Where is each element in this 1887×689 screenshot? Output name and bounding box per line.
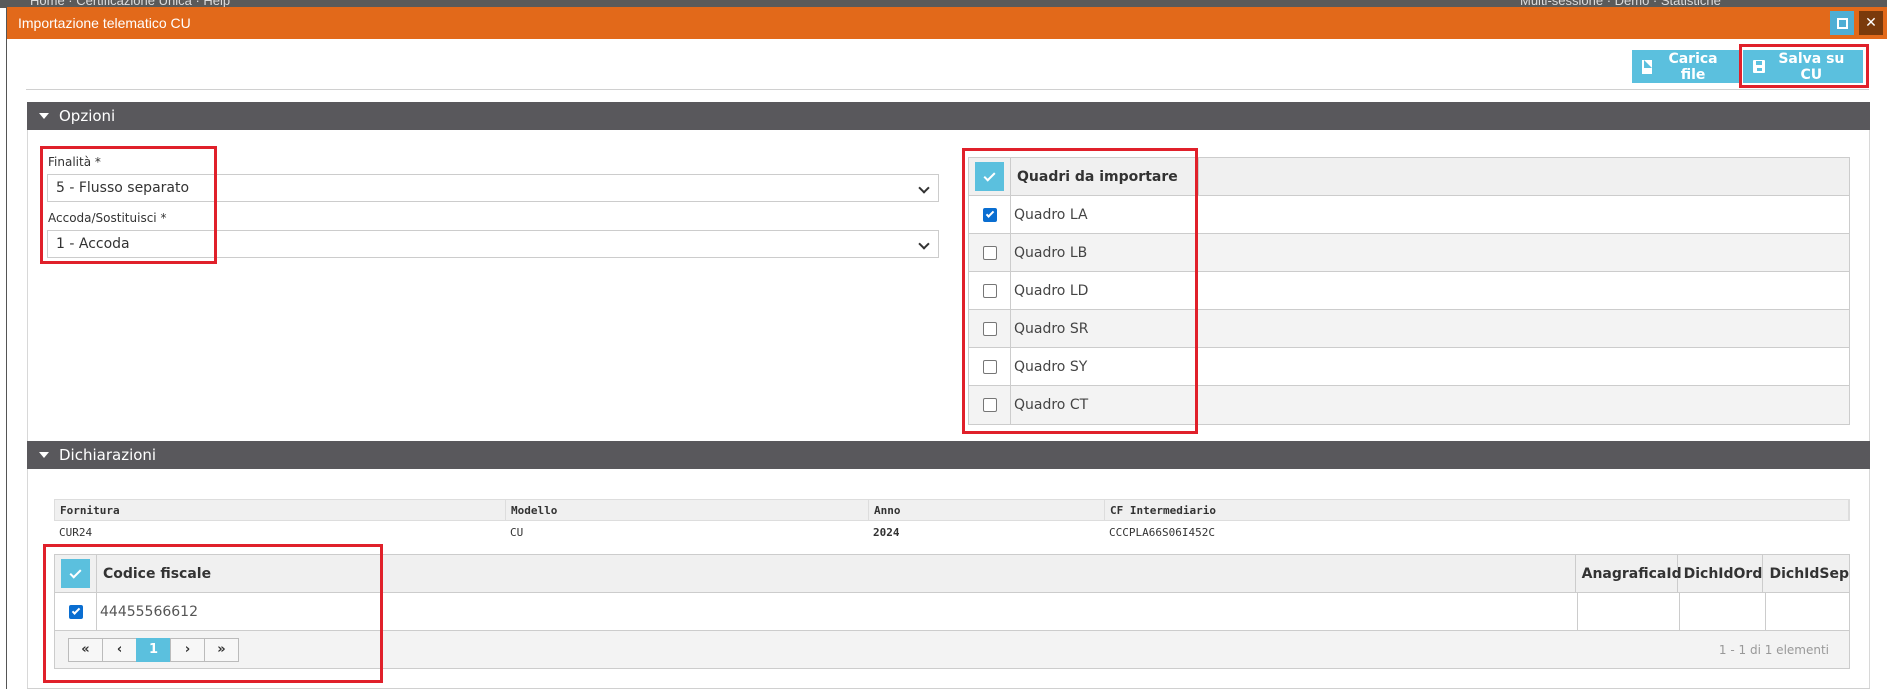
section-opzioni-title: Opzioni bbox=[59, 107, 116, 125]
anagrafica-cell bbox=[1578, 593, 1680, 630]
finalita-value: 5 - Flusso separato bbox=[56, 180, 190, 196]
quadro-label: Quadro LB bbox=[1014, 244, 1088, 261]
select-all-checkbox[interactable] bbox=[975, 162, 1004, 191]
quadri-header-row: Quadri da importare bbox=[969, 158, 1849, 196]
quadro-sy-checkbox[interactable] bbox=[982, 359, 997, 374]
finalita-select[interactable]: 5 - Flusso separato bbox=[47, 174, 939, 202]
prev-page-button[interactable]: ‹ bbox=[102, 637, 137, 662]
column-header-dich-ord[interactable]: DichIdOrd bbox=[1678, 555, 1764, 592]
dialog-titlebar: Importazione telematico CU ✕ bbox=[7, 7, 1887, 39]
page-1-button[interactable]: 1 bbox=[136, 637, 171, 662]
cf-intermediario-value: CCCPLA66S06I452C bbox=[1109, 525, 1215, 539]
chevron-down-icon bbox=[918, 238, 930, 250]
column-header-dich-sep[interactable]: DichIdSep bbox=[1763, 555, 1849, 592]
column-header: Modello bbox=[506, 500, 869, 520]
fornitura-value: CUR24 bbox=[59, 525, 93, 539]
table-row[interactable]: 44455566612 bbox=[55, 593, 1849, 631]
save-icon bbox=[1753, 60, 1765, 73]
close-icon[interactable]: ✕ bbox=[1859, 11, 1883, 35]
list-item[interactable]: Quadro SY bbox=[969, 348, 1849, 386]
modello-value: CU bbox=[510, 525, 524, 539]
quadro-ct-checkbox[interactable] bbox=[982, 398, 997, 412]
fornitura-table: Fornitura Modello Anno CF Intermediario … bbox=[54, 499, 1850, 543]
list-item[interactable]: Quadro CT bbox=[969, 386, 1849, 424]
section-opzioni-header[interactable]: Opzioni bbox=[27, 102, 1870, 130]
quadro-sr-checkbox[interactable] bbox=[982, 321, 997, 336]
row-checkbox[interactable] bbox=[68, 604, 83, 619]
list-item[interactable]: Quadro LB bbox=[969, 234, 1849, 272]
quadro-label: Quadro SR bbox=[1014, 320, 1089, 337]
quadri-table: Quadri da importare Quadro LA Quadro LB … bbox=[968, 157, 1850, 425]
salva-su-cu-button[interactable]: Salva su CU bbox=[1743, 50, 1863, 83]
column-header: Anno bbox=[869, 500, 1105, 520]
anno-value: 2024 bbox=[873, 525, 900, 539]
finalita-label: Finalità * bbox=[48, 155, 101, 169]
list-item[interactable]: Quadro LD bbox=[969, 272, 1849, 310]
chevron-down-icon bbox=[918, 182, 930, 194]
accoda-label: Accoda/Sostituisci * bbox=[48, 211, 167, 225]
pager: « ‹ 1 › » 1 - 1 di 1 elementi bbox=[55, 631, 1849, 668]
caret-down-icon bbox=[39, 452, 49, 458]
caret-down-icon bbox=[39, 113, 49, 119]
file-icon bbox=[1642, 59, 1653, 74]
dich-sep-cell bbox=[1766, 593, 1849, 630]
table-row: CUR24 CU 2024 CCCPLA66S06I452C bbox=[54, 521, 1850, 543]
column-header-codice-fiscale[interactable]: Codice fiscale bbox=[97, 555, 1576, 592]
codice-fiscale-cell: 44455566612 bbox=[97, 593, 1578, 630]
quadro-label: Quadro CT bbox=[1014, 397, 1089, 413]
quadro-label: Quadro SY bbox=[1014, 358, 1088, 375]
last-page-button[interactable]: » bbox=[204, 637, 239, 662]
column-header: CF Intermediario bbox=[1105, 500, 1849, 520]
dich-ord-cell bbox=[1680, 593, 1766, 630]
dialog-title: Importazione telematico CU bbox=[18, 15, 191, 31]
divider bbox=[26, 89, 1869, 90]
salva-su-cu-label: Salva su CU bbox=[1778, 50, 1845, 83]
grid-header-row: Codice fiscale AnagraficaId DichIdOrd Di… bbox=[55, 555, 1849, 593]
select-all-checkbox[interactable] bbox=[60, 559, 90, 588]
quadri-header: Quadri da importare bbox=[1011, 158, 1199, 195]
section-dichiarazioni-title: Dichiarazioni bbox=[59, 446, 157, 464]
import-dialog: Importazione telematico CU ✕ Carica file… bbox=[6, 7, 1887, 689]
section-dichiarazioni-header[interactable]: Dichiarazioni bbox=[27, 441, 1870, 469]
quadro-label: Quadro LA bbox=[1014, 206, 1088, 223]
maximize-icon[interactable] bbox=[1830, 11, 1854, 35]
carica-file-label: Carica file bbox=[1668, 50, 1718, 83]
column-header: Fornitura bbox=[55, 500, 506, 520]
fornitura-header-row: Fornitura Modello Anno CF Intermediario bbox=[54, 499, 1850, 521]
quadro-label: Quadro LD bbox=[1014, 282, 1089, 299]
accoda-select[interactable]: 1 - Accoda bbox=[47, 230, 939, 258]
next-page-button[interactable]: › bbox=[170, 637, 205, 662]
first-page-button[interactable]: « bbox=[68, 637, 103, 662]
list-item[interactable]: Quadro SR bbox=[969, 310, 1849, 348]
list-item[interactable]: Quadro LA bbox=[969, 196, 1849, 234]
quadro-lb-checkbox[interactable] bbox=[982, 245, 997, 260]
pager-info: 1 - 1 di 1 elementi bbox=[1718, 643, 1829, 657]
quadro-ld-checkbox[interactable] bbox=[982, 283, 997, 298]
carica-file-button[interactable]: Carica file bbox=[1632, 50, 1739, 83]
dichiarazioni-grid: Codice fiscale AnagraficaId DichIdOrd Di… bbox=[54, 554, 1850, 669]
accoda-value: 1 - Accoda bbox=[56, 236, 130, 252]
column-header-anagrafica[interactable]: AnagraficaId bbox=[1576, 555, 1682, 592]
quadro-la-checkbox[interactable] bbox=[982, 207, 997, 222]
